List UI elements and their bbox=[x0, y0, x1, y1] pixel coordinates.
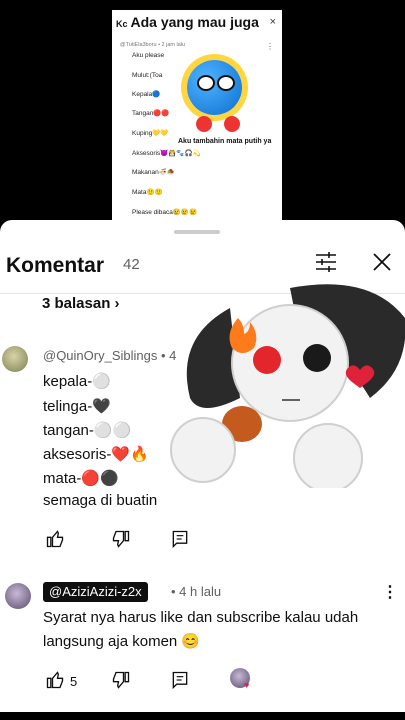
comment-text-line: kepala-⚪ bbox=[43, 373, 111, 390]
reply-icon[interactable] bbox=[170, 529, 190, 549]
dislike-icon[interactable] bbox=[111, 670, 131, 690]
comments-sheet: Komentar 42 3 balasan › @QuinOry_Sibling… bbox=[0, 220, 405, 720]
video-frame-user: @TutiEla3boru • 2 jam lalu bbox=[120, 42, 186, 48]
comment-timestamp: • 4 h lalu bbox=[171, 584, 222, 599]
video-frame-line: Please dibaca😢😢😢 bbox=[132, 209, 198, 216]
character-eye bbox=[217, 75, 235, 91]
creator-name-badge[interactable]: @AziziAzizi-z2x bbox=[43, 582, 148, 602]
avatar[interactable] bbox=[2, 346, 28, 372]
character-hand bbox=[196, 116, 212, 132]
like-icon[interactable] bbox=[45, 670, 65, 690]
video-frame-line: Mata🙂🙂 bbox=[132, 189, 163, 196]
comment-text-line: mata-🔴⚫ bbox=[43, 470, 119, 487]
character-eye bbox=[197, 75, 215, 91]
video-frame-line: Aksesoris😈👸🏻🐾🎧💫 bbox=[132, 150, 201, 157]
reply-icon[interactable] bbox=[170, 670, 190, 690]
video-frame-line: Mulut:(Toa bbox=[132, 72, 163, 79]
comments-title: Komentar bbox=[6, 254, 105, 277]
video-player[interactable]: Kc Ada yang mau juga × @TutiEla3boru • 2 … bbox=[0, 0, 405, 228]
video-frame-title: Kc Ada yang mau juga bbox=[116, 14, 259, 30]
video-frame-screenshot: Kc Ada yang mau juga × @TutiEla3boru • 2 … bbox=[112, 10, 282, 222]
video-frame-more-icon: ⋮ bbox=[266, 42, 274, 51]
filter-icon[interactable] bbox=[314, 250, 338, 274]
view-replies-link[interactable]: 3 balasan › bbox=[42, 295, 120, 312]
dislike-icon[interactable] bbox=[111, 529, 131, 549]
more-options-icon[interactable]: ⋮ bbox=[382, 582, 398, 602]
drag-handle[interactable] bbox=[174, 230, 220, 234]
like-icon[interactable] bbox=[45, 529, 65, 549]
video-frame-line: Kepala🔵 bbox=[132, 91, 161, 98]
close-icon[interactable] bbox=[370, 250, 394, 274]
heart-icon: ♥ bbox=[244, 680, 250, 690]
like-count: 5 bbox=[70, 674, 78, 689]
blue-character-illustration bbox=[187, 60, 242, 115]
video-frame-line: Kuping💛💛 bbox=[132, 130, 169, 137]
comment-text-line: tangan-⚪⚪ bbox=[43, 422, 132, 439]
video-frame-close-icon: × bbox=[269, 16, 276, 28]
character-hand bbox=[224, 116, 240, 132]
bottom-edge bbox=[0, 712, 405, 720]
comment-text: Syarat nya harus like dan subscribe kala… bbox=[43, 609, 359, 650]
comment-author[interactable]: @QuinOry_Siblings • 4 bbox=[43, 348, 176, 363]
comment-text-line: telinga-🖤 bbox=[43, 398, 111, 415]
comments-count: 42 bbox=[123, 256, 140, 273]
video-frame-line: Makanan🍜🧆 bbox=[132, 169, 175, 176]
video-frame-caption: Aku tambahin mata putih ya bbox=[178, 138, 272, 145]
comment-text-line: aksesoris-❤️🔥 bbox=[43, 446, 149, 463]
video-frame-line: Tangan🔴🔴 bbox=[132, 110, 170, 117]
avatar[interactable] bbox=[5, 583, 31, 609]
video-frame-line: Aku please bbox=[132, 52, 165, 59]
header-divider bbox=[0, 293, 405, 294]
comment-text-line: semaga di buatin bbox=[43, 492, 158, 509]
